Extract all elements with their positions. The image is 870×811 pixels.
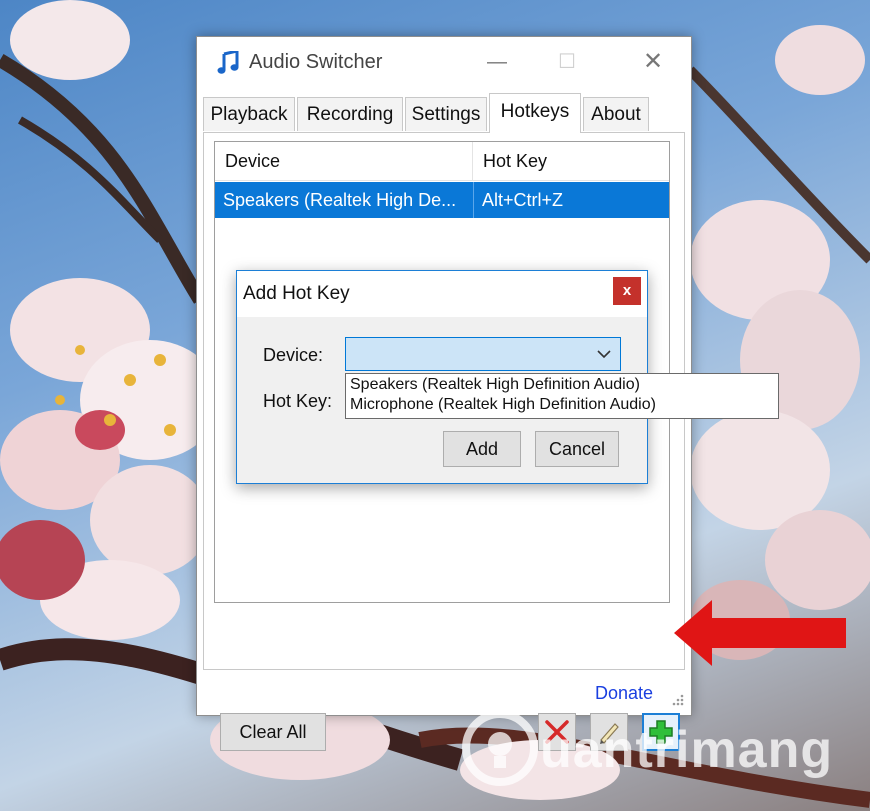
tab-playback[interactable]: Playback xyxy=(203,97,295,131)
clear-all-button[interactable]: Clear All xyxy=(220,713,326,751)
row-hotkey-cell: Alt+Ctrl+Z xyxy=(473,182,669,218)
red-arrow-annotation xyxy=(674,600,846,666)
list-header: Device Hot Key xyxy=(215,142,669,181)
close-button[interactable]: ✕ xyxy=(633,47,673,77)
dialog-cancel-button[interactable]: Cancel xyxy=(535,431,619,467)
tab-settings[interactable]: Settings xyxy=(405,97,487,131)
music-note-icon xyxy=(217,51,239,74)
hotkey-label: Hot Key: xyxy=(263,391,333,411)
add-hotkey-dialog: Add Hot Key x Device: Hot Key: Speakers … xyxy=(236,270,779,484)
dialog-add-button[interactable]: Add xyxy=(443,431,521,467)
device-label: Device: xyxy=(263,345,324,365)
maximize-button[interactable]: ☐ xyxy=(547,47,587,77)
row-device-cell: Speakers (Realtek High De... xyxy=(223,190,457,210)
dialog-title: Add Hot Key xyxy=(243,283,350,304)
device-select[interactable] xyxy=(345,337,621,371)
watermark-text: uantrimang xyxy=(540,721,834,779)
window-title: Audio Switcher xyxy=(249,51,383,73)
device-dropdown-list: Speakers (Realtek High Definition Audio)… xyxy=(345,373,779,419)
minimize-button[interactable]: — xyxy=(477,47,517,77)
chevron-down-icon xyxy=(597,350,611,359)
tab-about[interactable]: About xyxy=(583,97,649,131)
dialog-titlebar[interactable]: Add Hot Key x xyxy=(237,271,647,317)
dropdown-option-microphone[interactable]: Microphone (Realtek High Definition Audi… xyxy=(350,396,656,414)
watermark-logo: uantrimang xyxy=(460,700,850,800)
dropdown-option-speakers[interactable]: Speakers (Realtek High Definition Audio) xyxy=(350,376,640,394)
tab-hotkeys[interactable]: Hotkeys xyxy=(489,93,581,133)
tab-recording[interactable]: Recording xyxy=(297,97,403,131)
dialog-close-button[interactable]: x xyxy=(613,277,641,305)
window-titlebar[interactable]: Audio Switcher — ☐ ✕ xyxy=(197,37,691,89)
table-row[interactable]: Speakers (Realtek High De... Alt+Ctrl+Z xyxy=(215,182,669,218)
lightbulb-logo-icon xyxy=(462,710,538,786)
tab-bar: Playback Recording Settings Hotkeys Abou… xyxy=(203,93,687,133)
column-header-hotkey[interactable]: Hot Key xyxy=(473,142,669,180)
column-header-device[interactable]: Device xyxy=(215,142,473,180)
